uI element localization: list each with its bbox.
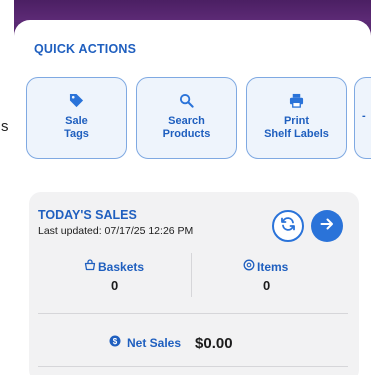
baskets-label-group: Baskets	[84, 259, 144, 274]
refresh-button[interactable]	[272, 210, 304, 242]
items-value: 0	[263, 278, 271, 293]
partial-card-icon: -	[362, 110, 366, 122]
baskets-label: Baskets	[98, 259, 145, 274]
sale-tags-label: Sale Tags	[64, 115, 89, 140]
phone-screen: QUICK ACTIONS Sale Tags Search Products Pr…	[14, 0, 371, 375]
top-header-bar	[14, 0, 371, 22]
todays-sales-title: TODAY'S SALES	[38, 208, 137, 222]
baskets-value: 0	[111, 278, 119, 293]
basket-icon	[84, 259, 96, 274]
stats-divider	[191, 253, 192, 297]
net-sales-label: Net Sales	[127, 336, 182, 350]
sale-tags-button[interactable]: Sale Tags	[26, 77, 127, 159]
print-shelf-labels-label: Print Shelf Labels	[264, 115, 329, 140]
items-icon	[243, 259, 255, 274]
left-edge-glyph: s	[1, 118, 9, 135]
net-sales-divider-bottom	[38, 366, 348, 367]
items-label-group: Items	[243, 259, 288, 274]
net-sales-value: $0.00	[195, 334, 233, 352]
tag-icon	[69, 92, 85, 108]
items-label: Items	[257, 259, 289, 274]
net-sales-divider-top	[38, 313, 348, 314]
left-edge-strip: s	[0, 0, 14, 375]
search-products-button[interactable]: Search Products	[136, 77, 237, 159]
net-sales-row: $ Net Sales $0.00	[109, 334, 233, 352]
search-products-label: Search Products	[162, 115, 211, 140]
quick-actions-title: QUICK ACTIONS	[34, 42, 137, 56]
printer-icon	[289, 92, 305, 108]
arrow-right-icon	[319, 216, 335, 237]
search-icon	[179, 92, 195, 108]
print-shelf-labels-button[interactable]: Print Shelf Labels	[246, 77, 347, 159]
refresh-icon	[280, 216, 296, 237]
dollar-icon: $	[109, 334, 121, 352]
last-updated-text: Last updated: 07/17/25 12:26 PM	[38, 225, 194, 237]
quick-action-card-partial[interactable]: -	[354, 77, 371, 159]
view-sales-button[interactable]	[311, 210, 343, 242]
svg-text:$: $	[113, 337, 118, 346]
